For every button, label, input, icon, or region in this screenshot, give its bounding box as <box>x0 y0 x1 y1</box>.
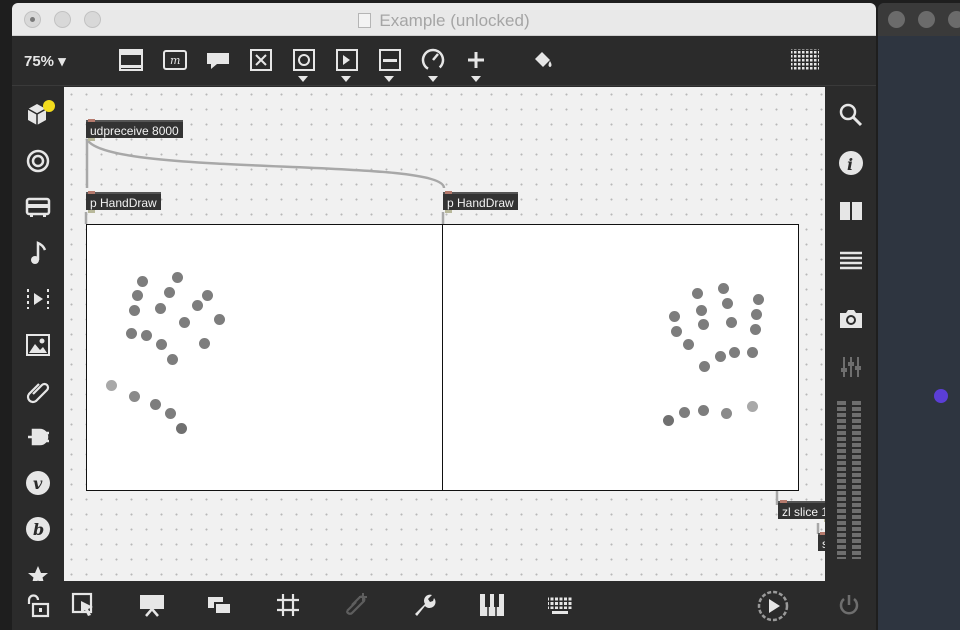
button-icon[interactable] <box>291 47 317 73</box>
handdraw-right-object[interactable]: p HandDraw <box>443 191 518 213</box>
bottom-toolbar <box>12 581 876 630</box>
level-meter-icon <box>852 399 861 559</box>
title-bar[interactable]: Example (unlocked) <box>12 3 876 36</box>
play-icon[interactable] <box>24 285 52 313</box>
handdraw-left-object[interactable]: p HandDraw <box>86 191 161 213</box>
info-icon[interactable]: i <box>837 149 865 177</box>
v-icon[interactable]: v <box>24 469 52 497</box>
camera-icon[interactable] <box>837 305 865 333</box>
level-meter-icon <box>837 399 846 559</box>
svg-text:m: m <box>170 54 180 67</box>
search-icon[interactable] <box>837 101 865 129</box>
lock-icon[interactable] <box>24 591 52 619</box>
toolbar: 75% ▾ m <box>12 36 876 86</box>
keyboard-icon[interactable] <box>546 591 574 619</box>
left-sidebar: v b <box>12 87 64 585</box>
b-icon[interactable]: b <box>24 515 52 543</box>
grid-icon[interactable] <box>790 47 820 73</box>
patcher-window: Example (unlocked) 75% ▾ m v b udpreceiv… <box>12 3 876 630</box>
select-icon[interactable] <box>70 591 98 619</box>
image-icon[interactable] <box>24 331 52 359</box>
right-sidebar: i <box>825 87 876 581</box>
paperclip-icon[interactable] <box>24 377 52 405</box>
grid-icon[interactable] <box>274 591 302 619</box>
wrench-icon[interactable] <box>410 591 438 619</box>
svg-text:b: b <box>33 520 44 539</box>
windows-icon[interactable] <box>206 591 234 619</box>
paint-bucket-icon[interactable] <box>530 47 556 73</box>
presentation-mode-icon[interactable] <box>138 591 166 619</box>
secondary-window <box>878 3 960 630</box>
svg-text:i: i <box>847 155 853 174</box>
snap-icon[interactable] <box>342 591 370 619</box>
zl-slice-object[interactable]: zl slice 1 <box>778 500 825 522</box>
bus-icon[interactable] <box>24 193 52 221</box>
presentation-icon[interactable] <box>118 47 144 73</box>
lcd-display-left[interactable] <box>86 224 443 491</box>
zoom-selector[interactable]: 75% ▾ <box>24 52 66 70</box>
list-icon[interactable] <box>837 247 865 275</box>
zoom-window-button[interactable] <box>948 11 960 28</box>
target-icon[interactable] <box>24 147 52 175</box>
close-window-button[interactable] <box>888 11 905 28</box>
transport-icon[interactable] <box>756 589 790 623</box>
number-icon[interactable] <box>334 47 360 73</box>
plug-icon[interactable] <box>24 423 52 451</box>
power-icon[interactable] <box>835 591 863 619</box>
document-icon <box>358 13 372 28</box>
add-icon[interactable] <box>463 47 489 73</box>
book-icon[interactable] <box>837 197 865 225</box>
mixer-icon[interactable] <box>837 353 865 381</box>
window-title: Example (unlocked) <box>12 11 876 31</box>
notification-badge <box>43 100 55 112</box>
comment-icon[interactable] <box>205 47 231 73</box>
slider-icon[interactable] <box>377 47 403 73</box>
dial-icon[interactable] <box>420 47 446 73</box>
toggle-icon[interactable] <box>248 47 274 73</box>
minimize-window-button[interactable] <box>918 11 935 28</box>
message-icon[interactable]: m <box>162 47 188 73</box>
udpreceive-object[interactable]: udpreceive 8000 <box>86 119 183 141</box>
patcher-canvas[interactable]: udpreceive 8000 p HandDraw p HandDraw zl… <box>64 87 825 581</box>
purple-dot <box>934 389 948 403</box>
lcd-display-right[interactable] <box>442 224 799 491</box>
music-note-icon[interactable] <box>24 239 52 267</box>
piano-icon[interactable] <box>478 591 506 619</box>
svg-text:v: v <box>33 474 43 493</box>
secondary-title-bar[interactable] <box>878 3 960 36</box>
partial-object[interactable]: se <box>818 532 825 551</box>
